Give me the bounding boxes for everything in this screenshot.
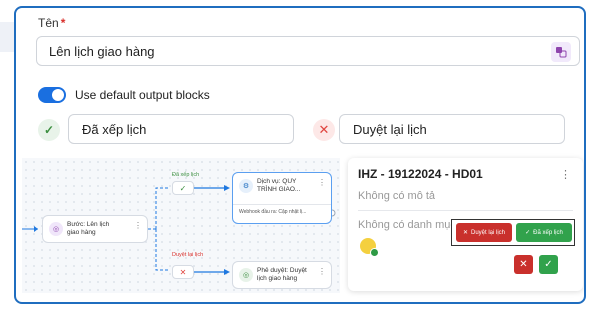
reject-button[interactable]: ✕ bbox=[514, 255, 533, 274]
close-icon: ✕ bbox=[519, 259, 528, 270]
task-title: IHZ - 19122024 - HD01 bbox=[358, 167, 483, 181]
edge-label-fail: Duyệt lại lịch bbox=[172, 252, 204, 258]
translate-icon[interactable] bbox=[551, 42, 571, 62]
output-fail-value: Duyệt lại lịch bbox=[353, 122, 427, 137]
settings-card: Tên * Lên lịch giao hàng Use default outp… bbox=[14, 6, 586, 304]
toggle-knob bbox=[52, 89, 64, 101]
default-output-toggle[interactable] bbox=[38, 87, 66, 103]
task-description: Không có mô tả bbox=[358, 190, 436, 202]
service-node-label: Dịch vụ: QUY TRÌNH GIAO... bbox=[257, 178, 301, 193]
close-icon: ✕ bbox=[462, 230, 468, 236]
fail-branch-icon: ✕ bbox=[172, 265, 194, 279]
name-input-value: Lên lịch giao hàng bbox=[49, 44, 155, 59]
task-category: Không có danh mục bbox=[358, 219, 456, 231]
check-icon: ✓ bbox=[544, 259, 553, 270]
approve-node[interactable]: ◎ Phê duyệt: Duyệt lịch giao hàng ⋮ bbox=[232, 261, 332, 289]
schedule-icon: ◎ bbox=[49, 222, 63, 236]
required-mark: * bbox=[60, 16, 66, 30]
review-button[interactable]: ✕ Duyệt lại lịch bbox=[456, 223, 512, 242]
action-buttons-callout: ✕ Duyệt lại lịch ✓ Đã xếp lịch bbox=[451, 219, 575, 246]
more-vert-icon[interactable]: ⋮ bbox=[134, 221, 142, 230]
flow-diagram: ◎ Bước: Lên lịch giao hàng ⋮ ✓ Đã xếp lịc… bbox=[22, 158, 340, 293]
start-node-label: Bước: Lên lịch giao hàng bbox=[67, 221, 110, 236]
check-icon: ✓ bbox=[38, 119, 60, 141]
start-node[interactable]: ◎ Bước: Lên lịch giao hàng ⋮ bbox=[42, 215, 148, 243]
more-vert-icon[interactable]: ⋮ bbox=[318, 178, 326, 187]
default-output-label: Use default output blocks bbox=[75, 88, 210, 102]
edge-label-success: Đã xếp lịch bbox=[172, 172, 200, 178]
more-vert-icon[interactable]: ⋮ bbox=[318, 267, 326, 276]
service-node-footer: Webhook đầu ra: Cập nhật lị... bbox=[239, 209, 307, 215]
output-success-field[interactable]: Đã xếp lịch bbox=[68, 114, 294, 144]
success-branch-icon: ✓ bbox=[172, 181, 194, 195]
approve-button[interactable]: ✓ bbox=[539, 255, 558, 274]
approve-node-label: Phê duyệt: Duyệt lịch giao hàng bbox=[257, 267, 307, 282]
name-input[interactable]: Lên lịch giao hàng bbox=[36, 36, 580, 66]
avatar bbox=[360, 238, 379, 257]
name-label: Tên * bbox=[38, 16, 66, 30]
service-node[interactable]: ⚙ Dịch vụ: QUY TRÌNH GIAO... ⋮ Webhook đầ… bbox=[232, 172, 332, 224]
close-icon: ✕ bbox=[313, 119, 335, 141]
service-icon: ⚙ bbox=[239, 179, 253, 193]
output-success-value: Đã xếp lịch bbox=[82, 122, 147, 137]
approve-icon: ◎ bbox=[239, 268, 253, 282]
check-icon: ✓ bbox=[525, 230, 531, 236]
node-divider bbox=[233, 204, 331, 205]
divider bbox=[358, 210, 573, 211]
status-dot bbox=[370, 248, 379, 257]
more-vert-icon[interactable]: ⋮ bbox=[560, 168, 571, 181]
output-fail-field[interactable]: Duyệt lại lịch bbox=[339, 114, 565, 144]
scheduled-button[interactable]: ✓ Đã xếp lịch bbox=[516, 223, 572, 242]
